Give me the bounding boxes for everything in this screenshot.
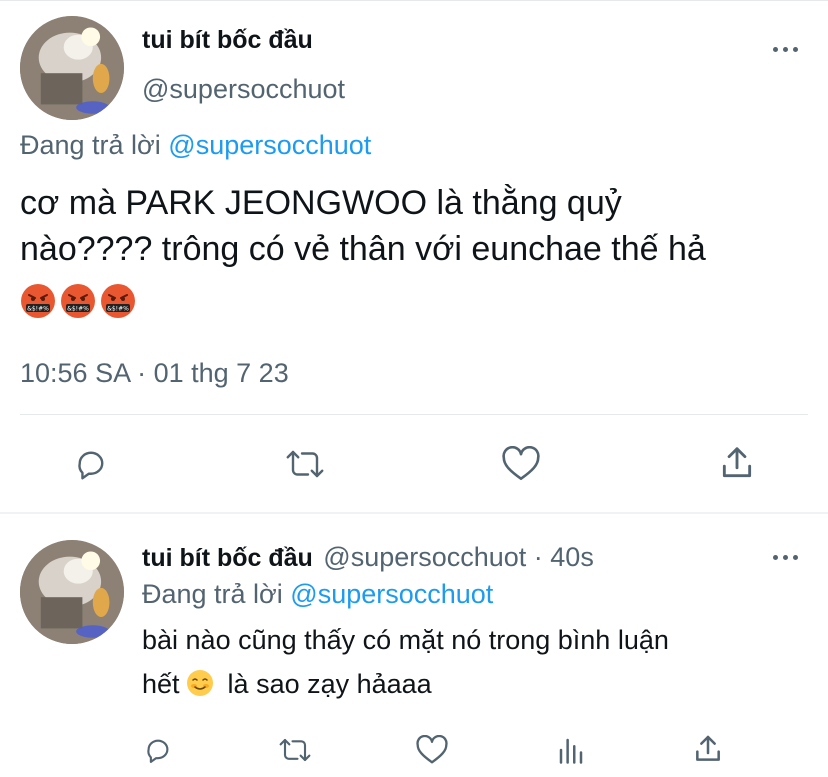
reply-reply-icon[interactable] — [142, 735, 174, 765]
replying-to: Đang trả lời @supersocchuot — [20, 130, 371, 161]
tweet-timestamp[interactable]: 10:56 SA · 01 thg 7 23 — [20, 358, 289, 389]
reply-icon[interactable] — [72, 446, 110, 482]
section-separator — [0, 512, 828, 514]
reply-text-line-1: bài nào cũng thấy có mặt nó trong bình l… — [142, 625, 669, 655]
tweet-text-line-2: nào???? trông có vẻ thân với eunchae thế… — [20, 230, 706, 268]
reply-like-icon[interactable] — [415, 735, 449, 765]
reply-text: bài nào cũng thấy có mặt nó trong bình l… — [142, 618, 802, 706]
replying-to-handle[interactable]: @supersocchuot — [168, 130, 371, 160]
reply-replying-to: Đang trả lời @supersocchuot — [142, 579, 493, 610]
avatar-image — [20, 16, 124, 120]
reply-handle-time[interactable]: @supersocchuot · 40s — [323, 542, 594, 572]
reply-share-icon[interactable] — [692, 733, 724, 765]
tweet-text: cơ mà PARK JEONGWOO là thằng quỷ nào????… — [20, 180, 820, 272]
svg-text:&$!#%: &$!#% — [27, 306, 49, 313]
face-with-symbols-on-mouth-icon: &$!#% — [20, 283, 56, 319]
reply-text-part-b: là sao zạy hảaaa — [227, 669, 432, 699]
reply-replying-prefix: Đang trả lời — [142, 579, 283, 609]
analytics-icon[interactable] — [556, 735, 586, 765]
share-icon[interactable] — [718, 444, 756, 482]
reply-avatar[interactable] — [20, 540, 124, 644]
more-options-icon[interactable] — [773, 47, 798, 52]
replying-prefix: Đang trả lời — [20, 130, 161, 160]
svg-text:&$!#%: &$!#% — [107, 306, 129, 313]
face-with-symbols-on-mouth-icon: &$!#% — [60, 283, 96, 319]
reply-text-line-2: hết là sao zạy hảaaa — [142, 662, 802, 706]
smiling-face-icon — [186, 669, 214, 697]
top-divider — [0, 0, 828, 1]
reply-replying-to-handle[interactable]: @supersocchuot — [290, 579, 493, 609]
face-with-symbols-on-mouth-icon: &$!#% — [100, 283, 136, 319]
user-handle[interactable]: @supersocchuot — [142, 74, 345, 105]
reply-text-part-a: hết — [142, 669, 180, 699]
tweet-emojis: &$!#% &$!#% &$!#% — [20, 283, 140, 319]
display-name[interactable]: tui bít bốc đầu — [142, 26, 313, 55]
tweet-text-line-1: cơ mà PARK JEONGWOO là thằng quỷ — [20, 184, 622, 222]
avatar[interactable] — [20, 16, 124, 120]
reply-retweet-icon[interactable] — [277, 735, 313, 765]
svg-text:&$!#%: &$!#% — [67, 306, 89, 313]
reply-display-name[interactable]: tui bít bốc đầu — [142, 544, 313, 572]
like-icon[interactable] — [501, 446, 541, 482]
reply-header: tui bít bốc đầu @supersocchuot · 40s — [142, 542, 594, 573]
reply-more-options-icon[interactable] — [773, 555, 798, 560]
avatar-image — [20, 540, 124, 644]
retweet-icon[interactable] — [284, 446, 326, 482]
action-divider — [20, 414, 808, 415]
